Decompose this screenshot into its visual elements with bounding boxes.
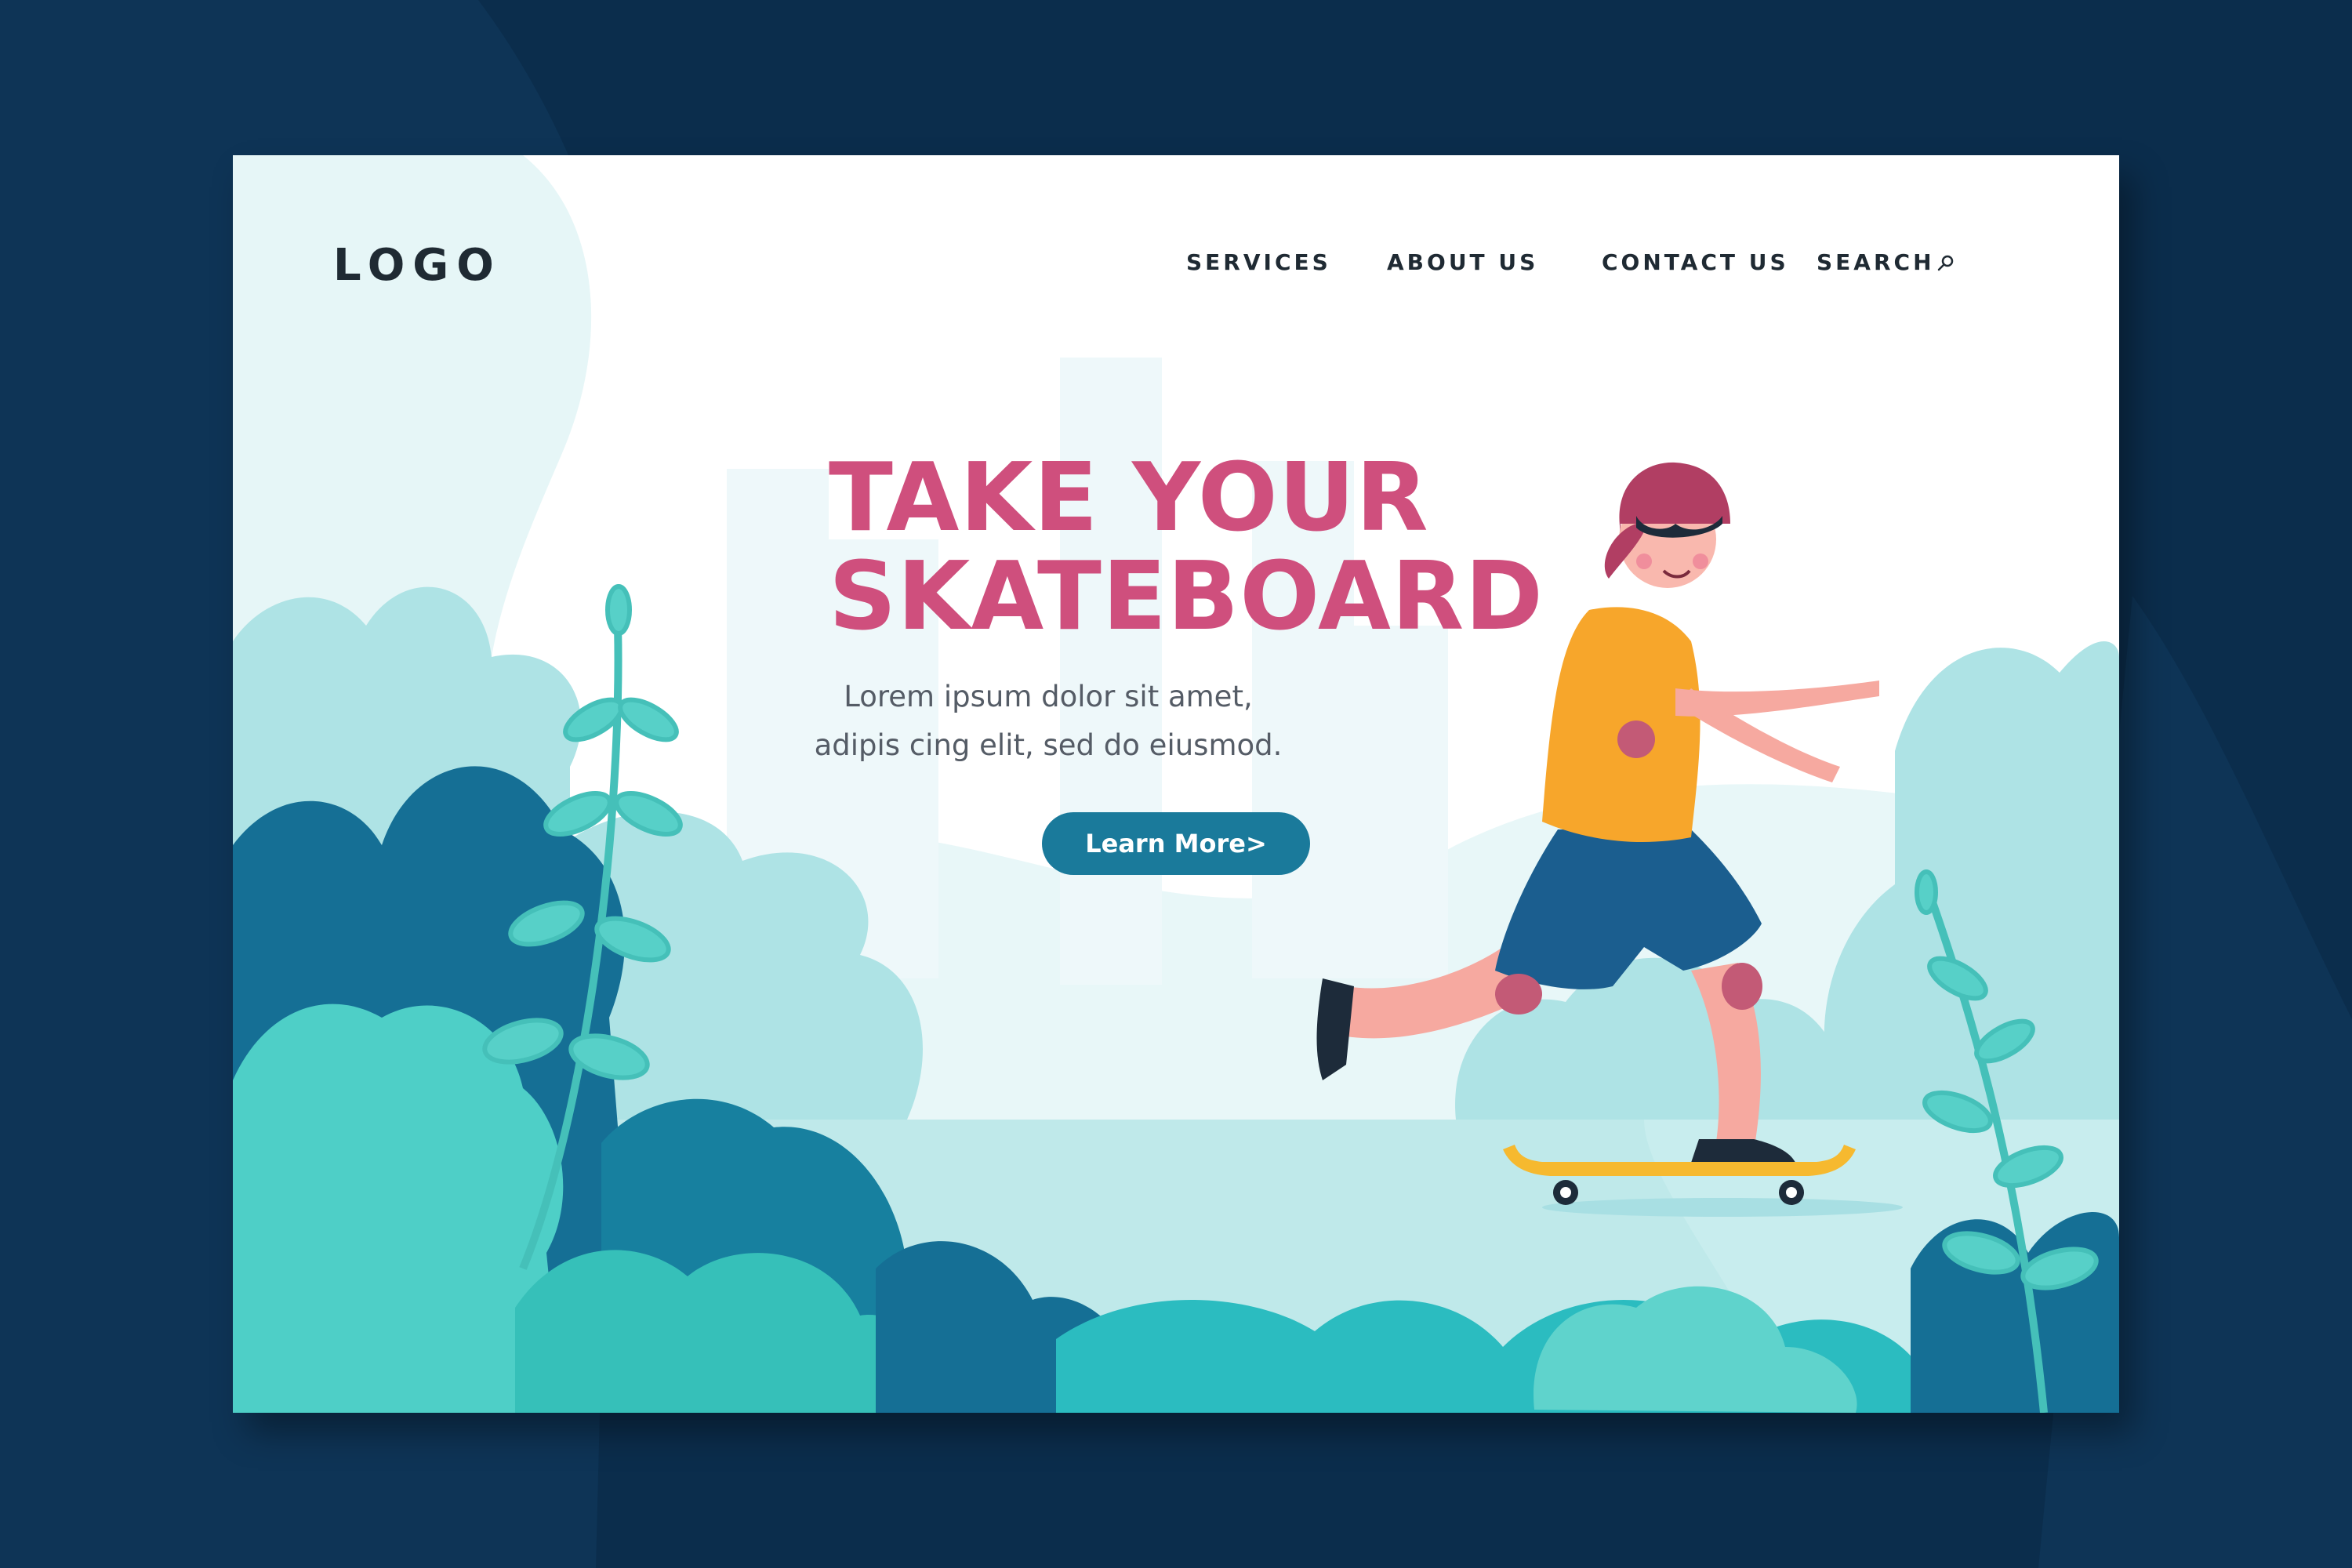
nav-search[interactable]: SEARCH — [1817, 249, 1955, 275]
cheek — [1636, 554, 1652, 569]
logo[interactable]: LOGO — [333, 240, 502, 291]
wheel-hub — [1786, 1187, 1797, 1198]
hero-subtitle-line-2: adipis cing elit, sed do eiusmod. — [814, 728, 1283, 762]
knee-pad-front — [1722, 963, 1762, 1010]
dark-bush-right — [1911, 1211, 2119, 1413]
landing-page-card: LOGO SERVICES ABOUT US CONTACT US SEARCH… — [233, 155, 2119, 1413]
wheel-hub — [1560, 1187, 1571, 1198]
hero-subtitle: Lorem ipsum dolor sit amet, adipis cing … — [688, 673, 1409, 770]
nav-search-label: SEARCH — [1817, 249, 1935, 275]
hero-title: TAKE YOUR SKATEBOARD — [829, 444, 1544, 652]
elbow-pad — [1617, 720, 1655, 758]
nav-about-us[interactable]: ABOUT US — [1387, 249, 1538, 275]
illustration-scene — [233, 155, 2119, 1413]
hero-title-line-2: SKATEBOARD — [829, 543, 1544, 652]
hero-subtitle-line-1: Lorem ipsum dolor sit amet, — [844, 680, 1253, 713]
cap — [1619, 462, 1730, 532]
shirt — [1542, 607, 1700, 842]
nav-contact-us[interactable]: CONTACT US — [1602, 249, 1789, 275]
site-header: LOGO SERVICES ABOUT US CONTACT US SEARCH — [233, 155, 2119, 291]
knee-pad-back — [1495, 974, 1542, 1014]
board-shadow — [1542, 1198, 1903, 1217]
search-icon — [1937, 255, 1953, 270]
teal-bush-left — [233, 1004, 564, 1413]
cheek — [1693, 554, 1708, 569]
arm-front — [1675, 681, 1879, 717]
nav-services[interactable]: SERVICES — [1186, 249, 1331, 275]
learn-more-button[interactable]: Learn More> — [1042, 812, 1310, 875]
hero-title-line-1: TAKE YOUR — [829, 444, 1429, 553]
